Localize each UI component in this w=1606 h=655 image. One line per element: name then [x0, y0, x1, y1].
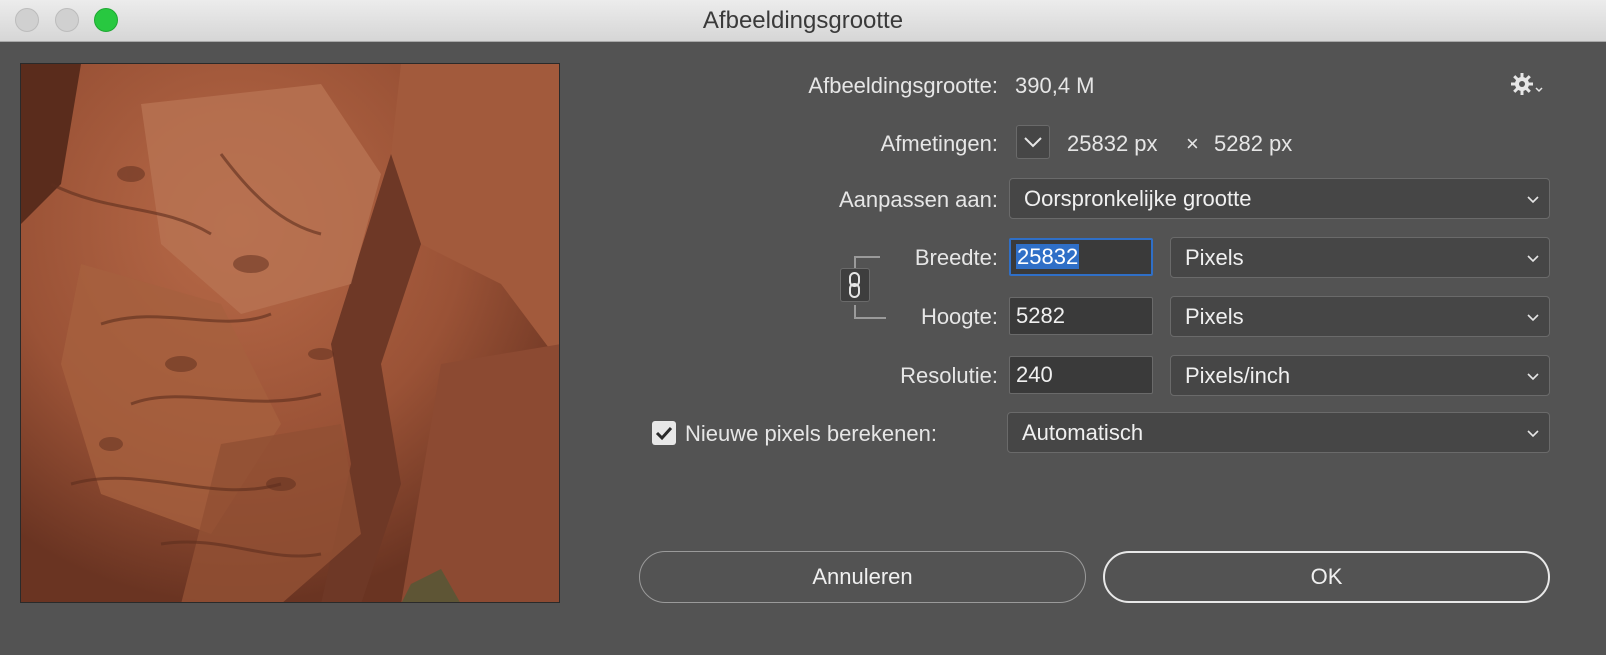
- height-unit-select[interactable]: Pixels: [1170, 296, 1550, 337]
- width-label: Breedte:: [914, 245, 998, 270]
- width-value: 25832: [1016, 244, 1080, 269]
- dimensions-times: ×: [1186, 131, 1199, 156]
- dimensions-width: 25832 px: [1067, 131, 1158, 156]
- image-preview[interactable]: [20, 63, 560, 603]
- height-input[interactable]: 5282: [1009, 297, 1153, 335]
- resample-method-select[interactable]: Automatisch: [1007, 412, 1550, 453]
- fit-to-label: Aanpassen aan:: [838, 187, 998, 212]
- dimensions-height: 5282 px: [1214, 131, 1293, 156]
- width-input[interactable]: 25832: [1009, 238, 1153, 276]
- resolution-input[interactable]: 240: [1009, 356, 1153, 394]
- width-unit-value: Pixels: [1185, 245, 1244, 270]
- ok-button[interactable]: OK: [1103, 551, 1550, 603]
- title-bar: Afbeeldingsgrootte: [0, 0, 1606, 42]
- cancel-button[interactable]: Annuleren: [639, 551, 1086, 603]
- gear-icon[interactable]: [1510, 72, 1544, 98]
- chain-link-icon: [849, 272, 860, 298]
- height-label: Hoogte:: [920, 304, 998, 329]
- resolution-unit-select[interactable]: Pixels/inch: [1170, 355, 1550, 396]
- dimensions-units-button[interactable]: [1016, 125, 1050, 159]
- checkmark-icon: [655, 426, 673, 441]
- resolution-label: Resolutie:: [900, 363, 998, 388]
- constrain-proportions-button[interactable]: [840, 268, 870, 302]
- fit-to-value: Oorspronkelijke grootte: [1024, 186, 1252, 211]
- chevron-down-icon: [1527, 314, 1539, 322]
- image-size-value: 390,4 M: [1015, 73, 1095, 98]
- resolution-unit-value: Pixels/inch: [1185, 363, 1291, 388]
- fit-to-select[interactable]: Oorspronkelijke grootte: [1009, 178, 1550, 219]
- dimensions-label: Afmetingen:: [880, 131, 998, 156]
- image-size-label: Afbeeldingsgrootte:: [808, 73, 998, 98]
- chevron-down-icon: [1527, 430, 1539, 438]
- chevron-down-icon: [1527, 373, 1539, 381]
- chevron-down-icon: [1527, 255, 1539, 263]
- rock-preview-image: [21, 64, 559, 602]
- window-title: Afbeeldingsgrootte: [702, 7, 904, 34]
- resample-method-value: Automatisch: [1022, 420, 1144, 445]
- height-value: 5282: [1016, 303, 1065, 328]
- resample-checkbox[interactable]: [652, 421, 676, 445]
- width-unit-select[interactable]: Pixels: [1170, 237, 1550, 278]
- height-unit-value: Pixels: [1185, 304, 1244, 329]
- resolution-value: 240: [1016, 362, 1053, 387]
- chevron-down-icon: [1527, 196, 1539, 204]
- resample-label: Nieuwe pixels berekenen:: [685, 421, 937, 446]
- chevron-down-icon: [1024, 137, 1042, 148]
